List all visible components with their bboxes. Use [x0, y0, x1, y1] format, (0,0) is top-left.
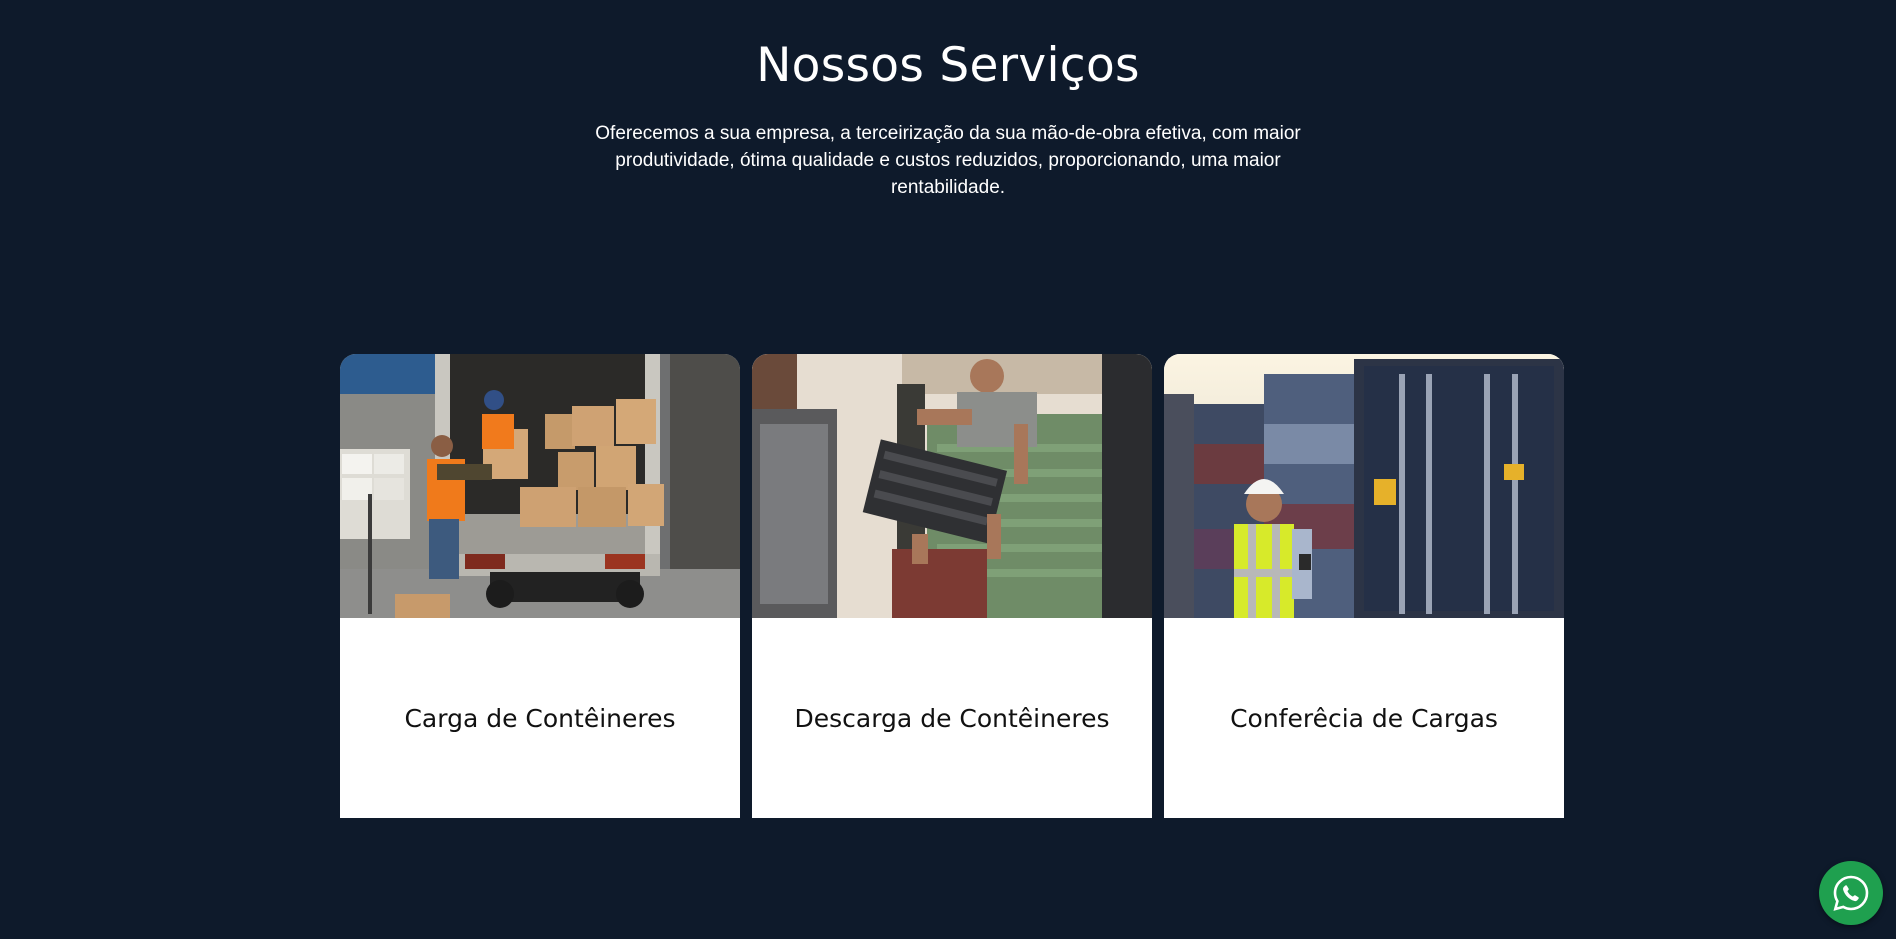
loading-truck-photo	[340, 354, 740, 618]
service-card-loading[interactable]: Carga de Contêineres	[340, 354, 740, 818]
container-inspection-photo	[1164, 354, 1564, 618]
service-card-inspection[interactable]: Conferêcia de Cargas	[1164, 354, 1564, 818]
card-label: Descarga de Contêineres	[794, 703, 1110, 733]
whatsapp-button[interactable]	[1819, 861, 1883, 925]
section-subtitle: Oferecemos a sua empresa, a terceirizaçã…	[595, 123, 1301, 198]
service-card-unloading[interactable]: Descarga de Contêineres	[752, 354, 1152, 818]
services-section: Nossos Serviços Oferecemos a sua empresa…	[0, 0, 1896, 939]
unloading-crates-photo	[752, 354, 1152, 618]
section-title: Nossos Serviços	[756, 38, 1140, 93]
card-label: Conferêcia de Cargas	[1230, 703, 1498, 733]
card-label: Carga de Contêineres	[404, 703, 676, 733]
whatsapp-icon	[1833, 875, 1869, 911]
